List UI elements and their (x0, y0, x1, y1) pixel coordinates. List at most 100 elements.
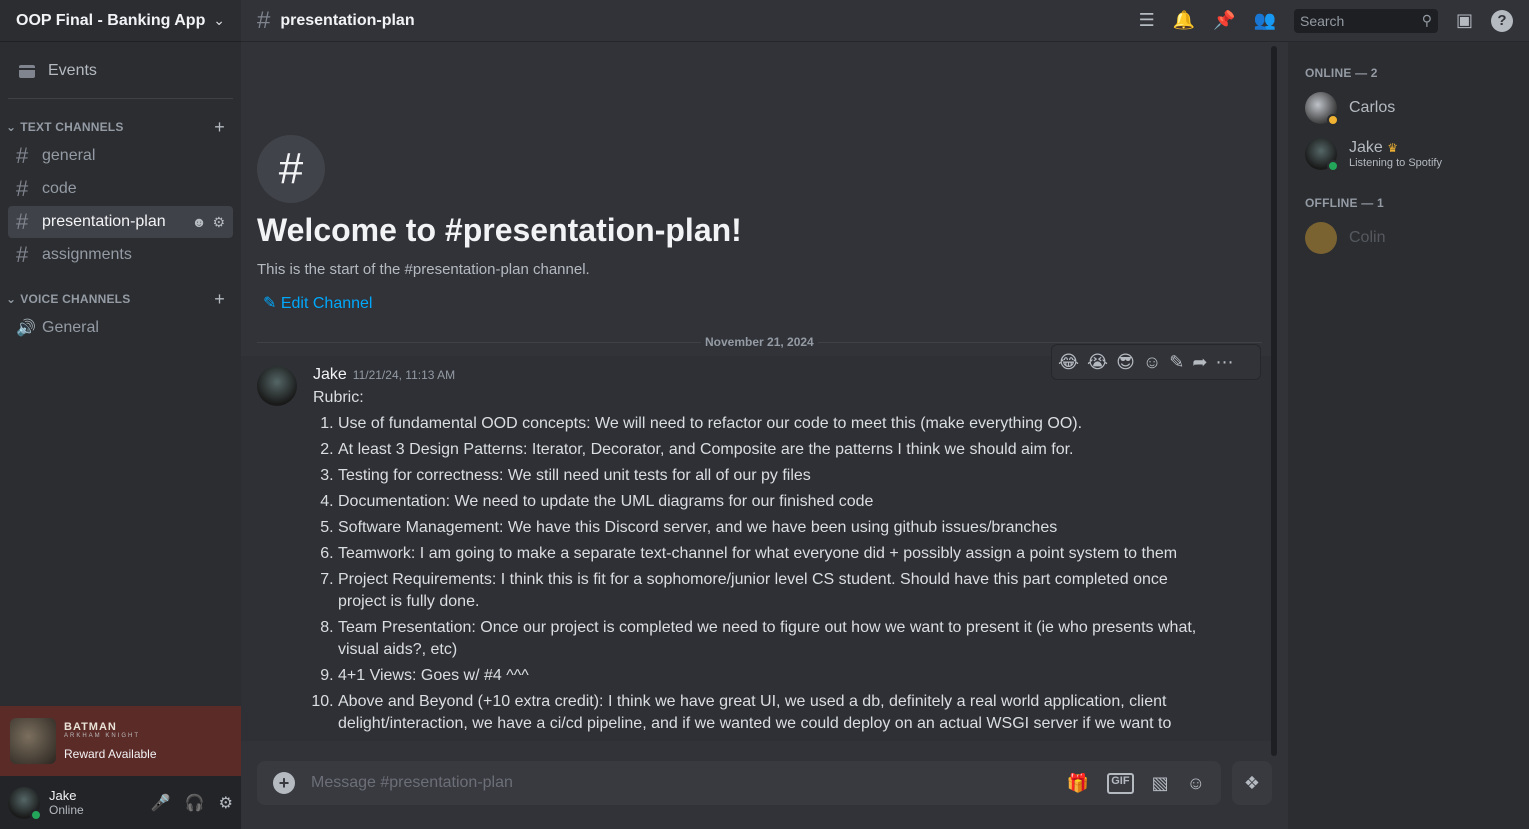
discord-window: OOP Final - Banking App ⌄ Events ⌄ TEXT C… (0, 0, 1529, 829)
hash-icon: # (257, 6, 271, 34)
list-item: Software Management: We have this Discor… (338, 517, 1213, 539)
crown-icon: ♛ (1387, 141, 1399, 155)
online-header: ONLINE — 2 (1305, 66, 1378, 80)
help-icon[interactable]: ? (1491, 9, 1513, 32)
events-label: Events (48, 62, 97, 79)
text-channels-category[interactable]: ⌄ TEXT CHANNELS + (0, 115, 241, 139)
channel-sidebar: OOP Final - Banking App ⌄ Events ⌄ TEXT C… (0, 0, 241, 829)
gif-icon[interactable]: GIF (1107, 772, 1134, 794)
promo-reward: Reward Available (64, 747, 157, 761)
channel-label: general (42, 147, 96, 164)
member-jake[interactable]: Jake ♛ Listening to Spotify (1305, 132, 1529, 176)
list-item: Teamwork: I am going to make a separate … (338, 543, 1213, 565)
member-colin[interactable]: Colin (1305, 216, 1529, 260)
channel-assignments[interactable]: # assignments (8, 239, 233, 271)
member-name: Carlos (1349, 99, 1396, 116)
add-channel-icon[interactable]: + (214, 289, 225, 310)
search-input[interactable]: Search ⚲ (1293, 8, 1438, 33)
pencil-icon[interactable]: ✎ (1169, 352, 1184, 373)
online-status-icon (1327, 160, 1339, 172)
promo-image (10, 718, 56, 764)
member-list-icon[interactable]: 👥 (1254, 10, 1276, 31)
message-author-line: Jake 11/21/24, 11:13 AM (313, 366, 455, 384)
message-composer[interactable]: + Message #presentation-plan 🎁 GIF ▧ ☺ (257, 761, 1221, 805)
bell-icon[interactable]: 🔔 (1173, 10, 1195, 31)
hash-icon: # (257, 135, 325, 203)
search-placeholder: Search (1299, 12, 1345, 29)
pin-icon[interactable]: 📌 (1213, 10, 1235, 31)
user-panel: Jake Online 🎤 🎧 ⚙ (0, 776, 241, 829)
gift-icon[interactable]: 🎁 (1067, 773, 1089, 794)
member-carlos[interactable]: Carlos (1305, 86, 1529, 130)
list-item: Testing for correctness: We still need u… (338, 465, 1213, 487)
welcome-subtitle: This is the start of the #presentation-p… (257, 261, 590, 278)
user-status: Online (49, 803, 84, 817)
list-item: 4+1 Views: Goes w/ #4 ^^^ (338, 665, 1213, 687)
server-header[interactable]: OOP Final - Banking App ⌄ (0, 0, 241, 42)
edit-channel-link[interactable]: ✎ Edit Channel (263, 293, 372, 313)
chat-area: # Welcome to #presentation-plan! This is… (241, 42, 1288, 829)
more-icon[interactable]: ⋯ (1215, 352, 1233, 373)
forward-icon[interactable]: ➦ (1192, 352, 1207, 373)
idle-status-icon (1327, 114, 1339, 126)
crying-emoji-icon[interactable]: 😭 (1087, 352, 1108, 373)
headphones-icon[interactable]: 🎧 (185, 793, 205, 813)
channel-label: General (42, 319, 99, 336)
offline-header: OFFLINE — 1 (1305, 196, 1384, 210)
avatar[interactable] (8, 786, 42, 821)
add-attachment-icon[interactable]: + (273, 772, 295, 794)
sticker-icon[interactable]: ▧ (1152, 773, 1169, 794)
member-activity: Listening to Spotify (1349, 157, 1442, 169)
user-name: Jake (49, 788, 77, 803)
add-reaction-icon[interactable]: ☺ (1143, 352, 1161, 373)
invite-icon[interactable]: ☻ (192, 214, 207, 231)
server-name: OOP Final - Banking App (16, 11, 206, 29)
calendar-icon (19, 65, 35, 78)
rubric-list: Use of fundamental OOD concepts: We will… (313, 413, 1213, 735)
channel-presentation-plan[interactable]: # presentation-plan ☻ ⚙ (8, 206, 233, 238)
member-list: ONLINE — 2 Carlos Jake ♛ Listening to Sp… (1288, 42, 1529, 829)
category-label: TEXT CHANNELS (20, 120, 124, 134)
message[interactable]: Jake 11/21/24, 11:13 AM Rubric: Use of fu… (241, 356, 1274, 741)
hash-icon: # (16, 209, 29, 234)
gear-icon[interactable]: ⚙ (212, 214, 225, 231)
channel-title: presentation-plan (280, 11, 415, 29)
search-icon: ⚲ (1421, 12, 1432, 28)
voice-channels-category[interactable]: ⌄ VOICE CHANNELS + (0, 287, 241, 311)
channel-code[interactable]: # code (8, 173, 233, 205)
hash-icon: # (16, 242, 29, 267)
chevron-down-icon: ⌄ (6, 120, 17, 134)
avatar (1305, 138, 1339, 172)
pencil-icon: ✎ (263, 295, 277, 312)
discord-avatar-icon (1305, 222, 1337, 254)
category-label: VOICE CHANNELS (20, 292, 131, 306)
apps-icon: ❖ (1243, 772, 1261, 793)
scrollbar[interactable] (1271, 46, 1277, 756)
chevron-down-icon[interactable]: ⌄ (213, 12, 225, 29)
reward-promo[interactable]: BATMAN ARKHAM KNIGHT Reward Available (0, 706, 241, 776)
list-item: At least 3 Design Patterns: Iterator, De… (338, 439, 1213, 461)
member-name: Jake (1349, 139, 1383, 156)
voice-channel-general[interactable]: 🔊 General (8, 312, 233, 344)
hash-icon: # (16, 143, 29, 168)
sunglasses-emoji-icon[interactable]: 😎 (1116, 352, 1135, 373)
hash-icon: # (16, 176, 29, 201)
gear-icon[interactable]: ⚙ (219, 793, 233, 813)
microphone-icon[interactable]: 🎤 (151, 793, 171, 813)
avatar (1305, 92, 1339, 126)
online-status-icon (30, 808, 42, 821)
sidebar-divider (8, 98, 233, 99)
events-item[interactable]: Events (8, 54, 233, 88)
threads-icon[interactable]: ☰ (1139, 10, 1155, 31)
laughing-emoji-icon[interactable]: 😂 (1058, 352, 1079, 373)
message-body: Rubric: Use of fundamental OOD concepts:… (313, 387, 1213, 739)
message-intro: Rubric: (313, 389, 364, 406)
add-channel-icon[interactable]: + (214, 117, 225, 138)
inbox-icon[interactable]: ▣ (1456, 10, 1473, 31)
emoji-icon[interactable]: ☺ (1187, 773, 1205, 794)
message-author[interactable]: Jake (313, 366, 347, 383)
apps-button[interactable]: ❖ (1232, 761, 1272, 805)
avatar[interactable] (257, 366, 297, 406)
channel-general[interactable]: # general (8, 140, 233, 172)
list-item: Use of fundamental OOD concepts: We will… (338, 413, 1213, 435)
